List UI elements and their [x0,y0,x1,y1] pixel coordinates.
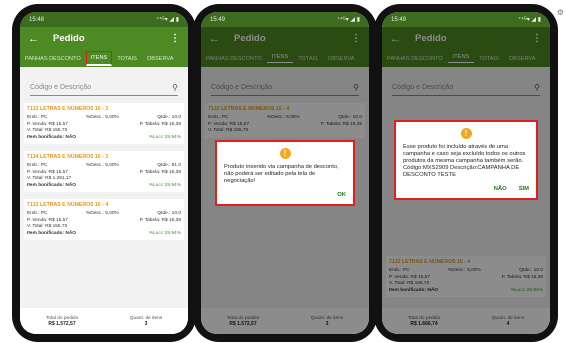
yes-button[interactable]: SIM [519,186,529,192]
confirm-dialog: ! Esse produto foi incluído através de u… [394,120,538,200]
tab-itens[interactable]: ITENS [85,51,113,66]
status-bar: 15:49 ⁺⁴ᴳ▾ ◢ ▮ [382,12,550,27]
item-ptabela: P. Tabela: R$ 16,39 [139,121,181,127]
item-title: 7132 LETRAS E NÚMEROS 16 - 4 [27,202,109,208]
warning-icon: ! [279,148,291,159]
search-icon[interactable]: ⚲ [172,83,178,92]
item-ptabela: P. Tabela: R$ 16,39 [139,169,181,175]
tab-totais[interactable]: TOTAIS [112,56,142,62]
item-lucro: %Lucr.:29,94% [148,182,181,188]
order-qty-label: Quant. de itens [129,315,163,321]
phone-2: 15:49 ⁺⁴ᴳ▾ ◢ ▮ ← Pedido ⋮ PANHAS DESCONT… [193,4,377,342]
list-item[interactable]: 7134 LETRAS E NÚMEROS 16 - 3 Emb.: PC %De… [24,151,184,192]
search-input[interactable]: Código e Descrição ⚲ [30,80,178,96]
item-desc: %Desc.: 5,00% [86,115,119,120]
tab-bar: PANHAS DESCONTO ITENS TOTAIS OBSERVA [20,50,188,67]
item-lucro: %Lucr.:29,94% [148,134,181,140]
phone-1: 15:48 ⁺⁴ᴳ▾ ◢ ▮ ← Pedido ⋮ PANHAS DESCONT… [12,4,196,342]
order-total-value: R$ 1.572,57 [48,320,76,327]
item-title: 7132 LETRAS E NÚMEROS 16 - 3 [27,106,109,112]
tab-observacoes[interactable]: OBSERVA [142,56,179,62]
ok-button[interactable]: OK [337,192,346,198]
item-bonificado: Item bonificado: NÃO [27,182,77,188]
status-time: 15:49 [210,16,226,23]
status-bar: 15:48 ⁺⁴ᴳ▾ ◢ ▮ [20,12,188,27]
status-bar: 15:49 ⁺⁴ᴳ▾ ◢ ▮ [201,12,369,27]
list-item[interactable]: 7132 LETRAS E NÚMEROS 16 - 3 Emb.: PC %De… [24,103,184,144]
screen: 15:49 ⁺⁴ᴳ▾ ◢ ▮ ← Pedido ⋮ PANHAS DESCONT… [201,12,369,334]
back-arrow-icon[interactable]: ← [28,33,39,45]
search-placeholder: Código e Descrição [30,84,92,91]
screen: 15:48 ⁺⁴ᴳ▾ ◢ ▮ ← Pedido ⋮ PANHAS DESCONT… [20,12,188,334]
list-item[interactable]: 7132 LETRAS E NÚMEROS 16 - 4 Emb.: PC %De… [24,199,184,240]
item-ptabela: P. Tabela: R$ 16,39 [139,217,181,223]
screen: 15:49 ⁺⁴ᴳ▾ ◢ ▮ ← Pedido ⋮ PANHAS DESCONT… [382,12,550,334]
order-total-label: Total do pedido [45,315,79,321]
status-icons: ⁺⁴ᴳ▾ ◢ ▮ [156,17,179,23]
item-lucro: %Lucr.:29,94% [148,230,181,236]
status-icons: ⁺⁴ᴳ▾ ◢ ▮ [518,17,541,23]
settings-icon[interactable]: ⚙ [557,8,564,17]
status-time: 15:48 [29,16,45,23]
item-desc: %Desc.: 5,00% [86,211,119,216]
item-title: 7134 LETRAS E NÚMEROS 16 - 3 [27,154,109,160]
no-button[interactable]: NÃO [494,186,507,192]
item-desc: %Desc.: 5,00% [86,163,119,168]
dialog-message: Esse produto foi incluído através de uma… [403,144,526,178]
dialog-message: Produto inserido via campanha de descont… [224,164,339,184]
order-total: Total do pedido R$ 1.572,57 [46,316,79,327]
order-footer: Total do pedido R$ 1.572,57 Quant. de ite… [20,308,188,334]
page-title: Pedido [53,33,85,44]
item-bonificado: Item bonificado: NÃO [27,134,77,140]
phone-3: 15:49 ⁺⁴ᴳ▾ ◢ ▮ ← Pedido ⋮ PANHAS DESCONT… [374,4,558,342]
tab-campanhas[interactable]: PANHAS DESCONTO [20,56,86,62]
warning-icon: ! [460,128,472,139]
app-bar: ← Pedido ⋮ [20,27,188,50]
alert-dialog: ! Produto inserido via campanha de desco… [215,140,355,206]
order-qty-value: 3 [144,320,148,327]
order-qty: Quant. de itens 3 [130,316,163,327]
status-time: 15:49 [391,16,407,23]
item-bonificado: Item bonificado: NÃO [27,230,77,236]
overflow-menu-icon[interactable]: ⋮ [170,33,180,44]
status-icons: ⁺⁴ᴳ▾ ◢ ▮ [337,17,360,23]
